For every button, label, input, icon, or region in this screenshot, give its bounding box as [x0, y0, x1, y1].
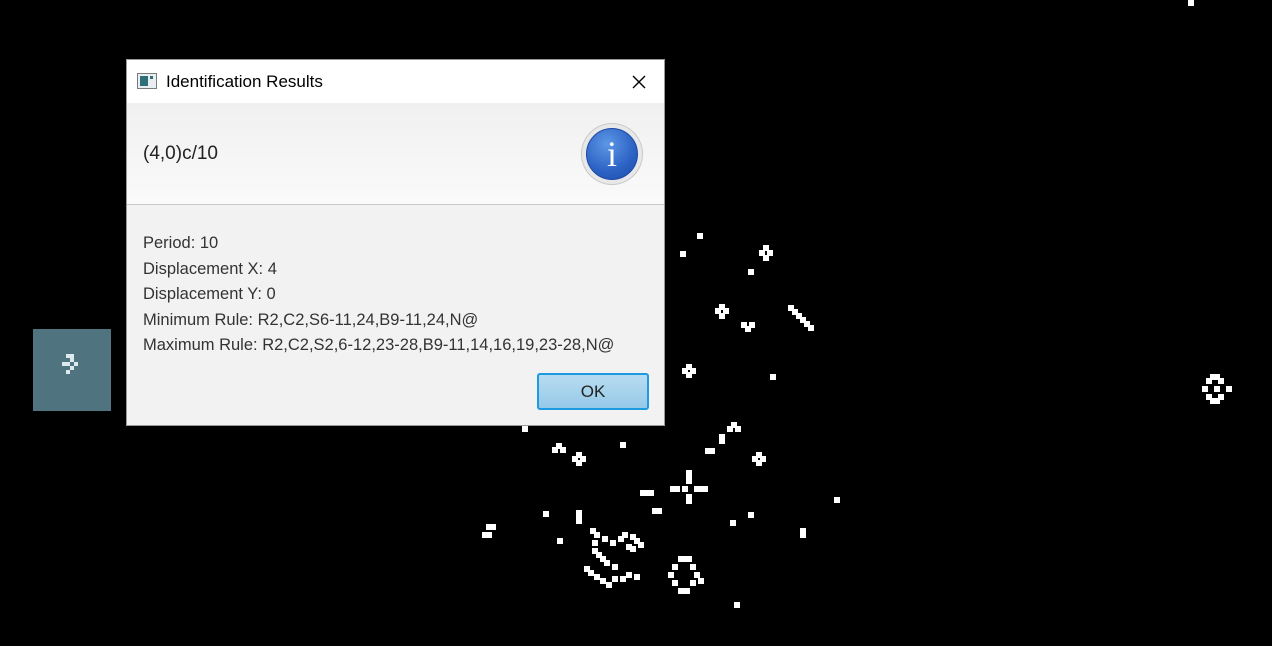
- live-cell: [634, 574, 640, 580]
- live-cell: [486, 532, 492, 538]
- live-cell: [622, 532, 628, 538]
- displacement-y-text: Displacement Y: 0: [143, 285, 276, 303]
- live-cell: [668, 572, 674, 578]
- displacement-x-text: Displacement X: 4: [143, 259, 277, 278]
- live-cell: [490, 524, 496, 530]
- live-cell: [697, 233, 703, 239]
- minimum-rule-text: Minimum Rule: R2,C2,S6-11,24,B9-11,24,N@: [143, 310, 479, 329]
- live-cell: [557, 538, 563, 544]
- live-cell: [1214, 386, 1220, 392]
- live-cell: [656, 508, 662, 514]
- dialog-details: Period: 10 Displacement X: 4 Displacemen…: [143, 231, 614, 359]
- live-cell: [638, 542, 644, 548]
- live-cell: [684, 588, 690, 594]
- live-cell: [560, 447, 566, 453]
- live-cell: [719, 313, 725, 319]
- live-cell: [612, 576, 618, 582]
- live-cell: [686, 556, 692, 562]
- live-cell: [686, 498, 692, 504]
- live-cell: [690, 580, 696, 586]
- live-cell: [672, 580, 678, 586]
- live-cell: [719, 438, 725, 444]
- maximum-rule-text: Maximum Rule: R2,C2,S2,6-12,23-28,B9-11,…: [143, 336, 615, 354]
- live-cell: [686, 478, 692, 484]
- live-cell: [1218, 394, 1224, 400]
- live-cell: [735, 426, 741, 432]
- live-cell: [734, 602, 740, 608]
- live-cell: [610, 540, 616, 546]
- live-cell: [730, 520, 736, 526]
- live-cell: [808, 325, 814, 331]
- dialog-title: Identification Results: [166, 72, 323, 91]
- live-cell: [709, 448, 715, 454]
- live-cell: [604, 560, 610, 566]
- live-cell: [594, 532, 600, 538]
- live-cell: [749, 322, 755, 328]
- live-cell: [698, 578, 704, 584]
- live-cell: [1188, 0, 1194, 6]
- ok-button[interactable]: OK: [537, 373, 649, 410]
- close-icon: [632, 75, 646, 88]
- live-cell: [522, 426, 528, 432]
- live-cell: [672, 564, 678, 570]
- live-cell: [1218, 378, 1224, 384]
- live-cell: [834, 497, 840, 503]
- live-cell: [680, 251, 686, 257]
- live-cell: [727, 426, 733, 432]
- live-cell: [1202, 386, 1208, 392]
- live-cell: [756, 460, 762, 466]
- live-cell: [748, 512, 754, 518]
- live-cell: [741, 322, 747, 328]
- dialog-titlebar[interactable]: Identification Results: [127, 60, 664, 103]
- live-cell: [748, 269, 754, 275]
- dialog-header: (4,0)c/10 i: [127, 103, 664, 205]
- live-cell: [543, 511, 549, 517]
- live-cell: [620, 442, 626, 448]
- period-text: Period: 10: [143, 234, 219, 252]
- live-cell: [576, 518, 582, 524]
- live-cell: [702, 486, 708, 492]
- pattern-speed-headline: (4,0)c/10: [143, 143, 218, 164]
- live-cell: [682, 486, 688, 492]
- live-cell: [1226, 386, 1232, 392]
- info-icon: i: [581, 123, 643, 185]
- live-cell: [800, 532, 806, 538]
- live-cell: [602, 536, 608, 542]
- live-cell: [626, 544, 632, 550]
- live-cell: [612, 564, 618, 570]
- app-window-icon: [137, 73, 157, 89]
- identification-results-dialog: Identification Results (4,0)c/10 i Perio…: [127, 60, 664, 425]
- live-cell: [763, 255, 769, 261]
- info-glyph: i: [586, 128, 638, 180]
- live-cell: [626, 572, 632, 578]
- live-cell: [606, 582, 612, 588]
- live-cell: [592, 540, 598, 546]
- live-cell: [686, 372, 692, 378]
- live-cell: [674, 486, 680, 492]
- live-cell: [552, 447, 558, 453]
- live-cell: [576, 460, 582, 466]
- live-cell: [770, 374, 776, 380]
- live-cell: [690, 564, 696, 570]
- close-button[interactable]: [614, 60, 664, 103]
- selected-pattern[interactable]: [33, 329, 111, 411]
- live-cell: [648, 490, 654, 496]
